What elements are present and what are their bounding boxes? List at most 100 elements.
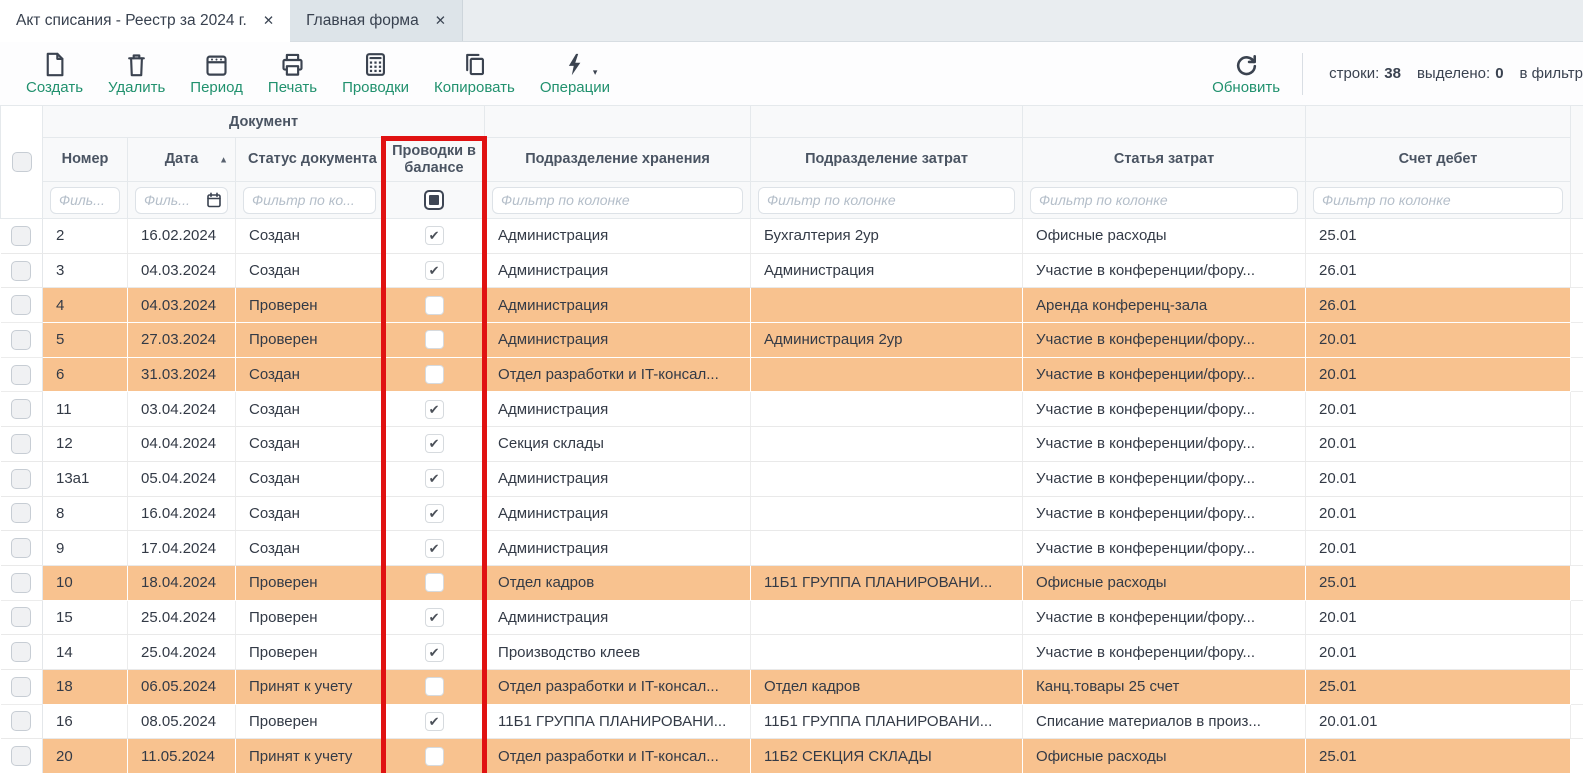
cell-cost-dept: [751, 496, 1023, 531]
column-label: Статья затрат: [1114, 151, 1214, 167]
table-row[interactable]: 816.04.2024СозданАдминистрацияУчастие в …: [1, 496, 1583, 531]
cell-status: Создан: [236, 427, 384, 462]
lightning-button[interactable]: ▾Операции: [540, 51, 610, 96]
table-row[interactable]: 2011.05.2024Принят к учетуОтдел разработ…: [1, 739, 1583, 773]
row-checkbox[interactable]: [11, 503, 31, 523]
cell-date: 11.05.2024: [128, 739, 236, 773]
trash-button[interactable]: Удалить: [108, 51, 165, 96]
calendar-button[interactable]: Период: [190, 51, 243, 96]
balance-checkbox[interactable]: [425, 365, 444, 384]
column-header-2[interactable]: Дата▲: [128, 138, 236, 182]
row-checkbox[interactable]: [11, 295, 31, 315]
row-checkbox[interactable]: [11, 365, 31, 385]
column-filter-input[interactable]: [243, 187, 376, 214]
balance-checkbox[interactable]: [425, 226, 444, 245]
table-row[interactable]: 1018.04.2024ПроверенОтдел кадров11Б1 ГРУ…: [1, 565, 1583, 600]
balance-checkbox[interactable]: [425, 330, 444, 349]
table-row[interactable]: 1608.05.2024Проверен11Б1 ГРУППА ПЛАНИРОВ…: [1, 704, 1583, 739]
balance-checkbox[interactable]: [425, 296, 444, 315]
row-checkbox[interactable]: [11, 677, 31, 697]
table-row[interactable]: 1425.04.2024ПроверенПроизводство клеевУч…: [1, 635, 1583, 670]
table-row[interactable]: 1103.04.2024СозданАдминистрацияУчастие в…: [1, 392, 1583, 427]
cell-date: 16.04.2024: [128, 496, 236, 531]
table-row[interactable]: 404.03.2024ПроверенАдминистрацияАренда к…: [1, 288, 1583, 323]
cell-date: 04.04.2024: [128, 427, 236, 462]
calculator-button[interactable]: Проводки: [342, 51, 409, 96]
balance-checkbox[interactable]: [425, 261, 444, 280]
column-label: Дата: [165, 151, 199, 167]
column-label: Счет дебет: [1399, 151, 1478, 167]
table-row[interactable]: 527.03.2024ПроверенАдминистрацияАдминист…: [1, 323, 1583, 358]
cell-storage-dept: Администрация: [485, 600, 751, 635]
row-checkbox[interactable]: [11, 607, 31, 627]
select-all-checkbox[interactable]: [12, 152, 32, 172]
tab-label: Акт списания - Реестр за 2024 г.: [16, 12, 247, 30]
column-filter-input[interactable]: [1030, 187, 1298, 214]
cell-balance: [384, 253, 485, 288]
row-checkbox[interactable]: [11, 469, 31, 489]
column-header-4[interactable]: Проводки в балансе: [384, 138, 485, 182]
tab-act-spisaniya[interactable]: Акт списания - Реестр за 2024 г. ✕: [0, 0, 290, 42]
balance-checkbox[interactable]: [425, 643, 444, 662]
table-row[interactable]: 1204.04.2024СозданСекция складыУчастие в…: [1, 427, 1583, 462]
table-row[interactable]: 13а105.04.2024СозданАдминистрацияУчастие…: [1, 461, 1583, 496]
balance-checkbox[interactable]: [425, 747, 444, 766]
table-row[interactable]: 216.02.2024СозданАдминистрацияБухгалтери…: [1, 219, 1583, 254]
column-filter-input[interactable]: [758, 187, 1015, 214]
row-checkbox[interactable]: [11, 642, 31, 662]
row-checkbox[interactable]: [11, 434, 31, 454]
row-checkbox[interactable]: [11, 399, 31, 419]
row-checkbox[interactable]: [11, 538, 31, 558]
row-checkbox[interactable]: [11, 746, 31, 766]
column-filter-input[interactable]: [1313, 187, 1563, 214]
new-document-button[interactable]: Создать: [26, 51, 83, 96]
row-checkbox[interactable]: [11, 573, 31, 593]
select-all-cell: [1, 106, 43, 219]
balance-checkbox[interactable]: [425, 400, 444, 419]
toolbar-button-label: Печать: [268, 80, 317, 96]
cell-status: Проверен: [236, 600, 384, 635]
row-checkbox[interactable]: [11, 711, 31, 731]
refresh-button[interactable]: Обновить: [1212, 52, 1280, 96]
column-filter-input[interactable]: [50, 187, 120, 214]
cell-balance: [384, 219, 485, 254]
table-row[interactable]: 1525.04.2024ПроверенАдминистрацияУчастие…: [1, 600, 1583, 635]
copy-button[interactable]: Копировать: [434, 51, 515, 96]
row-checkbox[interactable]: [11, 261, 31, 281]
filter-checkbox-indeterminate[interactable]: [424, 190, 444, 210]
filter-cell: [43, 182, 128, 219]
balance-checkbox[interactable]: [425, 469, 444, 488]
table-row[interactable]: 631.03.2024СозданОтдел разработки и IT-к…: [1, 357, 1583, 392]
calculator-icon: [362, 51, 389, 78]
close-icon[interactable]: ✕: [435, 13, 446, 29]
column-header-1[interactable]: Номер: [43, 138, 128, 182]
table-row[interactable]: 304.03.2024СозданАдминистрацияАдминистра…: [1, 253, 1583, 288]
cell-status: Создан: [236, 461, 384, 496]
tab-glavnaya-forma[interactable]: Главная форма ✕: [290, 0, 463, 41]
table-row[interactable]: 917.04.2024СозданАдминистрацияУчастие в …: [1, 531, 1583, 566]
close-icon[interactable]: ✕: [263, 13, 274, 29]
row-checkbox[interactable]: [11, 226, 31, 246]
filter-cell: [236, 182, 384, 219]
balance-checkbox[interactable]: [425, 677, 444, 696]
cell-number: 12: [43, 427, 128, 462]
balance-checkbox[interactable]: [425, 608, 444, 627]
column-header-5[interactable]: Подразделение хранения: [485, 138, 751, 182]
cell-status: Создан: [236, 219, 384, 254]
balance-checkbox[interactable]: [425, 573, 444, 592]
column-header-7[interactable]: Статья затрат: [1023, 138, 1306, 182]
printer-button[interactable]: Печать: [268, 51, 317, 96]
balance-checkbox[interactable]: [425, 504, 444, 523]
column-header-3[interactable]: Статус документа: [236, 138, 384, 182]
column-header-6[interactable]: Подразделение затрат: [751, 138, 1023, 182]
table-row[interactable]: 1806.05.2024Принят к учетуОтдел разработ…: [1, 669, 1583, 704]
row-checkbox[interactable]: [11, 330, 31, 350]
rows-count-label: строки:: [1329, 65, 1379, 82]
balance-checkbox[interactable]: [425, 434, 444, 453]
column-header-8[interactable]: Счет дебет: [1306, 138, 1571, 182]
cell-date: 25.04.2024: [128, 635, 236, 670]
column-filter-input[interactable]: [492, 187, 743, 214]
balance-checkbox[interactable]: [425, 539, 444, 558]
balance-checkbox[interactable]: [425, 712, 444, 731]
cell-status: Создан: [236, 392, 384, 427]
